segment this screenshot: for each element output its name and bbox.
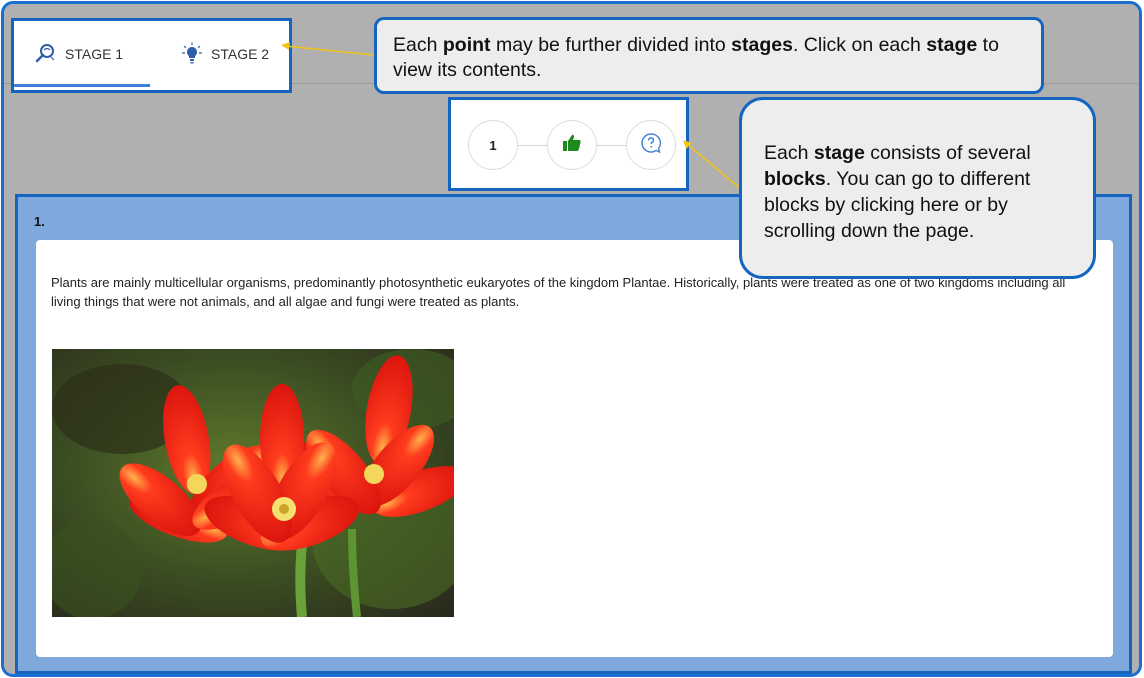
callout-bold-text: blocks bbox=[764, 168, 826, 190]
callout-text: may be further divided into bbox=[490, 34, 732, 56]
callout-bold-text: stages bbox=[731, 34, 793, 56]
tab-stage-2-label: STAGE 2 bbox=[211, 46, 270, 62]
callout-text: . Click on each bbox=[792, 34, 927, 56]
blocks-callout: Each stage consists of several blocks. Y… bbox=[739, 97, 1096, 279]
callout-bold-text: stage bbox=[926, 34, 978, 56]
callout-text: Each bbox=[764, 142, 814, 164]
step-connector bbox=[518, 145, 547, 146]
tab-stage-1-label: STAGE 1 bbox=[65, 46, 124, 62]
flower-image bbox=[52, 349, 454, 617]
block-navigator: 1 bbox=[448, 97, 689, 191]
block-step-1[interactable]: 1 bbox=[468, 120, 518, 170]
step-connector bbox=[597, 145, 626, 146]
callout-text: Each bbox=[393, 34, 443, 56]
active-tab-indicator bbox=[14, 84, 150, 87]
block-number: 1. bbox=[34, 214, 45, 229]
callout-text: consists of several bbox=[864, 142, 1031, 164]
callout-bold-text: point bbox=[442, 34, 491, 56]
thumbs-up-icon bbox=[561, 132, 583, 159]
callout-bold-text: stage bbox=[813, 142, 865, 164]
tab-stage-2[interactable]: STAGE 2 bbox=[180, 21, 269, 87]
stages-callout: Each point may be further divided into s… bbox=[374, 17, 1044, 94]
stage-tabs: STAGE 1 STAGE 2 bbox=[11, 18, 292, 93]
block-content: Plants are mainly multicellular organism… bbox=[36, 240, 1113, 657]
question-bubble-icon bbox=[640, 132, 662, 159]
tab-stage-1[interactable]: STAGE 1 bbox=[34, 21, 123, 87]
lightbulb-icon bbox=[180, 42, 204, 66]
block-step-2[interactable] bbox=[547, 120, 597, 170]
block-step-1-label: 1 bbox=[489, 137, 497, 153]
block-step-3[interactable] bbox=[626, 120, 676, 170]
magnifier-icon bbox=[34, 42, 58, 66]
